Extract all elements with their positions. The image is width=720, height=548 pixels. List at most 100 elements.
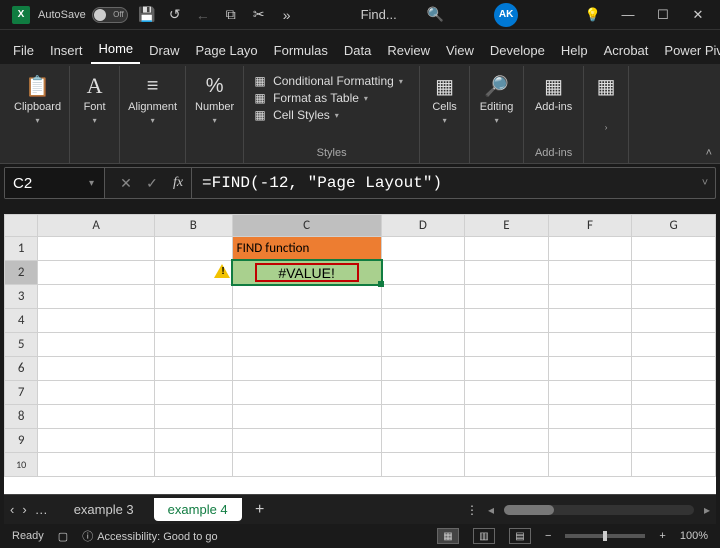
conditional-formatting-button[interactable]: ▦Conditional Formatting▾	[252, 74, 403, 88]
tab-review[interactable]: Review	[380, 37, 437, 64]
lightbulb-icon[interactable]: 💡	[583, 5, 603, 25]
row-header[interactable]: 3	[5, 285, 38, 309]
sheet-tab-active[interactable]: example 4	[154, 498, 242, 521]
cell[interactable]	[38, 333, 155, 357]
cell[interactable]	[465, 381, 549, 405]
qat-more-icon[interactable]: »	[278, 7, 296, 23]
undo-icon[interactable]: ↺	[166, 6, 184, 23]
cell-c1[interactable]: FIND function	[232, 237, 381, 261]
zoom-out-button[interactable]: −	[545, 530, 551, 542]
format-as-table-button[interactable]: ▦Format as Table▾	[252, 91, 368, 105]
macro-record-icon[interactable]: ▢	[58, 530, 68, 543]
cell[interactable]	[38, 237, 155, 261]
tab-acrobat[interactable]: Acrobat	[597, 37, 656, 64]
col-header[interactable]: E	[465, 215, 549, 237]
cell[interactable]	[154, 357, 232, 381]
col-header[interactable]: C	[232, 215, 381, 237]
cell[interactable]	[548, 453, 632, 477]
tab-data[interactable]: Data	[337, 37, 378, 64]
view-pagelayout-button[interactable]: ▥	[473, 528, 495, 544]
number-button[interactable]: % Number ▾	[195, 70, 234, 125]
cell[interactable]	[548, 285, 632, 309]
ribbon-overflow-button[interactable]: ▦ ›	[592, 70, 620, 132]
cell[interactable]	[632, 237, 716, 261]
cell[interactable]	[548, 261, 632, 285]
cell[interactable]	[232, 381, 381, 405]
scroll-right-icon[interactable]: ▸	[704, 503, 710, 517]
add-sheet-button[interactable]: +	[248, 501, 272, 519]
tab-help[interactable]: Help	[554, 37, 595, 64]
tab-powerpivot[interactable]: Power Piv	[657, 37, 720, 64]
cell[interactable]	[381, 381, 465, 405]
cell[interactable]	[154, 429, 232, 453]
row-header[interactable]: 7	[5, 381, 38, 405]
cell[interactable]	[632, 285, 716, 309]
search-box[interactable]: Find...	[361, 7, 397, 22]
view-pagebreak-button[interactable]: ▤	[509, 528, 531, 544]
tab-pagelayout[interactable]: Page Layo	[189, 37, 265, 64]
cell[interactable]	[154, 453, 232, 477]
cell-b2[interactable]: !	[154, 261, 232, 285]
cell[interactable]	[154, 333, 232, 357]
user-avatar[interactable]: AK	[494, 3, 518, 27]
toggle-switch[interactable]: Off	[92, 7, 128, 23]
cell[interactable]	[154, 309, 232, 333]
row-header[interactable]: 10	[5, 453, 38, 477]
formula-input[interactable]: =FIND(-12, "Page Layout")	[192, 174, 695, 192]
cell[interactable]	[381, 309, 465, 333]
cell[interactable]	[232, 285, 381, 309]
cell[interactable]	[38, 357, 155, 381]
cell[interactable]	[632, 309, 716, 333]
cell[interactable]	[381, 333, 465, 357]
row-header[interactable]: 9	[5, 429, 38, 453]
tab-file[interactable]: File	[6, 37, 41, 64]
sheet-more-icon[interactable]: …	[35, 502, 48, 517]
cell[interactable]	[381, 453, 465, 477]
col-header[interactable]: D	[381, 215, 465, 237]
cell[interactable]	[632, 261, 716, 285]
cell[interactable]	[232, 405, 381, 429]
zoom-level[interactable]: 100%	[680, 530, 708, 542]
cell[interactable]	[154, 381, 232, 405]
col-header[interactable]: G	[632, 215, 716, 237]
tab-draw[interactable]: Draw	[142, 37, 186, 64]
cell[interactable]	[381, 357, 465, 381]
cell[interactable]	[381, 261, 465, 285]
cell-styles-button[interactable]: ▦Cell Styles▾	[252, 108, 339, 122]
cell[interactable]	[154, 405, 232, 429]
addins-button[interactable]: ▦ Add-ins	[535, 70, 572, 113]
cell[interactable]	[548, 237, 632, 261]
cell[interactable]	[632, 381, 716, 405]
cell-c2-selected[interactable]: #VALUE!	[232, 261, 381, 285]
cell[interactable]	[465, 237, 549, 261]
sheet-options-icon[interactable]: ⋮	[466, 503, 478, 517]
sheet-next-icon[interactable]: ›	[22, 502, 26, 517]
cell[interactable]	[465, 453, 549, 477]
insert-function-button[interactable]: fx	[165, 168, 191, 198]
cell[interactable]	[38, 405, 155, 429]
collapse-ribbon-icon[interactable]: ˄	[706, 147, 712, 159]
expand-formula-bar-icon[interactable]: ˅	[695, 177, 715, 189]
clipboard-button[interactable]: 📋 Clipboard ▾	[14, 70, 61, 125]
cell[interactable]	[632, 405, 716, 429]
name-box[interactable]: C2 ▾	[5, 168, 105, 198]
sheet-tab[interactable]: example 3	[60, 498, 148, 521]
cell[interactable]	[232, 357, 381, 381]
cell[interactable]	[38, 309, 155, 333]
cell[interactable]	[632, 453, 716, 477]
cell[interactable]	[38, 453, 155, 477]
cell[interactable]	[38, 429, 155, 453]
redo-icon[interactable]: ←	[194, 7, 212, 23]
cut-icon[interactable]: ✂	[250, 6, 268, 23]
spreadsheet-grid[interactable]: A B C D E F G 1 FIND function 2 ! #VALUE…	[4, 214, 716, 494]
cell[interactable]	[38, 285, 155, 309]
cell[interactable]	[465, 333, 549, 357]
row-header[interactable]: 4	[5, 309, 38, 333]
cell[interactable]	[38, 261, 155, 285]
font-button[interactable]: A Font ▾	[81, 70, 109, 125]
cell[interactable]	[381, 405, 465, 429]
scroll-left-icon[interactable]: ◂	[488, 503, 494, 517]
cell[interactable]	[632, 357, 716, 381]
col-header[interactable]: F	[548, 215, 632, 237]
row-header[interactable]: 1	[5, 237, 38, 261]
